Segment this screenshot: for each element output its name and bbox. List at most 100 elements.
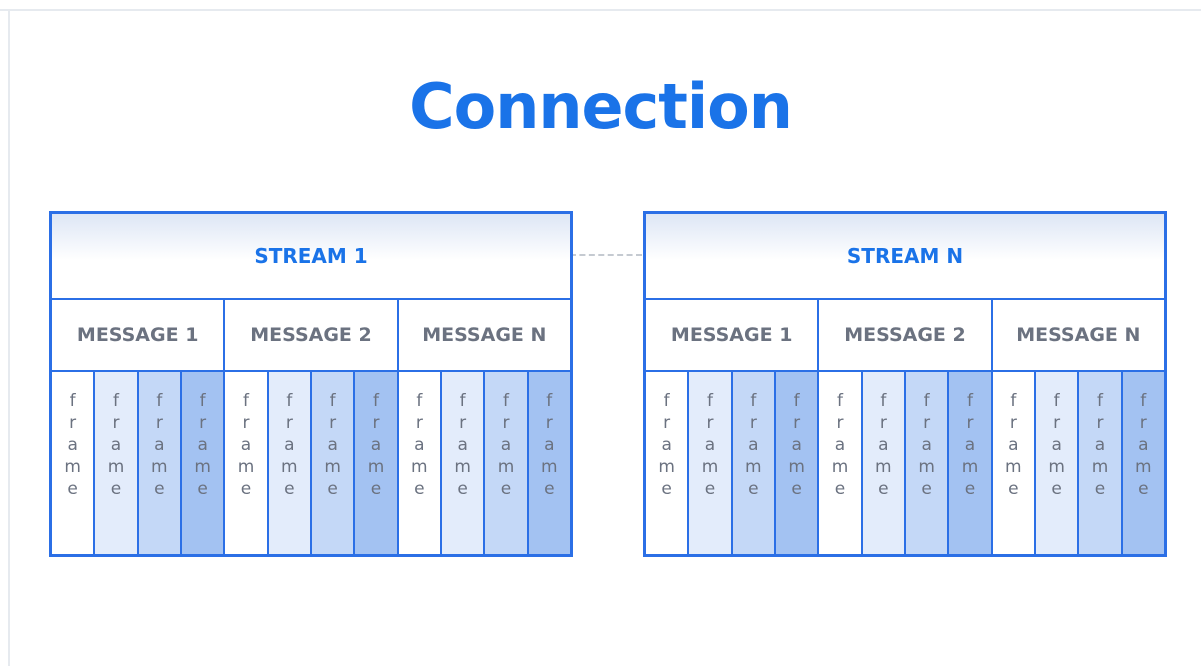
frame-letter: f (923, 391, 930, 411)
frame-letter: e (748, 479, 759, 499)
frame-letter: m (411, 457, 428, 477)
frame-letter: f (69, 391, 76, 411)
frame-letter: m (961, 457, 979, 477)
frame-letter: m (281, 457, 298, 477)
frame-letter: r (793, 413, 801, 433)
frame-letter: r (663, 413, 671, 433)
frame-cell: frame (689, 372, 733, 554)
frame-letter: e (791, 479, 802, 499)
stream-box: STREAM N MESSAGE 1 frameframeframeframe … (643, 211, 1167, 557)
frame-cell: frame (95, 372, 139, 554)
frame-letter: m (788, 457, 805, 477)
frame-cell: frame (819, 372, 863, 554)
frame-letter: f (286, 391, 293, 411)
frame-letter: r (1053, 413, 1061, 433)
frame-letter: a (110, 435, 122, 455)
frame-cell: frame (398, 372, 442, 554)
frame-row: frameframeframeframe (225, 372, 397, 554)
frame-letter: f (112, 391, 119, 411)
frame-letter: f (1010, 391, 1017, 411)
frame-letter: a (878, 435, 889, 455)
frame-letter: a (748, 435, 759, 455)
frame-letter: m (324, 457, 341, 477)
frame-letter: f (502, 391, 509, 411)
frame-letter: a (661, 435, 672, 455)
frame-letter: r (1139, 413, 1147, 433)
frame-letter: m (745, 457, 762, 477)
frame-letter: f (880, 391, 887, 411)
frame-letter: a (1138, 435, 1149, 455)
frame-letter: m (658, 457, 675, 477)
frame-letter: a (414, 435, 425, 455)
frame-cell: frame (181, 372, 224, 554)
frame-cell: frame (1035, 372, 1080, 554)
frame-letter: e (878, 479, 889, 499)
frame-letter: e (661, 479, 672, 499)
frame-letter: m (1005, 457, 1022, 477)
frame-letter: r (545, 413, 553, 433)
frame-letter: e (67, 479, 78, 499)
frame-cell: frame (775, 372, 818, 554)
frame-letter: a (197, 435, 208, 455)
frame-letter: r (706, 413, 714, 433)
frame-letter: e (414, 479, 425, 499)
frame-row: frameframeframeframe (52, 372, 224, 554)
message-label: MESSAGE 2 (819, 300, 991, 372)
frame-letter: r (415, 413, 423, 433)
frame-letter: e (240, 479, 252, 499)
frame-cell: frame (646, 372, 690, 554)
frame-row: frameframeframeframe (398, 372, 570, 554)
frame-letter: f (663, 391, 670, 411)
frame-letter: f (1140, 391, 1147, 411)
frame-letter: m (918, 457, 935, 477)
stream-connector-dashed-line (570, 254, 642, 256)
frame-letter: m (875, 457, 892, 477)
frame-letter: m (1135, 457, 1152, 477)
frame-letter: e (1051, 479, 1062, 499)
frame-cell: frame (485, 372, 529, 554)
frame-letter: a (964, 435, 976, 455)
frame-cell: frame (528, 372, 570, 554)
frame-letter: r (112, 413, 120, 433)
frame-letter: r (199, 413, 207, 433)
frame-letter: r (966, 413, 974, 433)
frame-letter: m (107, 457, 125, 477)
frame-letter: a (284, 435, 295, 455)
frame-letter: e (1008, 479, 1019, 499)
frame-letter: e (964, 479, 976, 499)
frame-letter: a (704, 435, 716, 455)
frame-cell: frame (1122, 372, 1164, 554)
frame-letter: r (749, 413, 757, 433)
frame-letter: a (457, 435, 468, 455)
message-label: MESSAGE 1 (646, 300, 818, 372)
frame-letter: a (240, 435, 252, 455)
frame-letter: f (242, 391, 249, 411)
frame-letter: a (154, 435, 165, 455)
frame-letter: r (1096, 413, 1104, 433)
message-label: MESSAGE N (398, 300, 570, 372)
frame-letter: f (706, 391, 713, 411)
frame-cell: frame (732, 372, 776, 554)
frame-letter: a (1008, 435, 1019, 455)
stream-label: STREAM 1 (52, 214, 570, 300)
frame-letter: a (67, 435, 78, 455)
frame-letter: f (459, 391, 466, 411)
frame-letter: r (69, 413, 77, 433)
frame-letter: e (457, 479, 468, 499)
frame-letter: e (110, 479, 122, 499)
frame-letter: f (199, 391, 206, 411)
message-block: MESSAGE N frameframeframeframe (398, 300, 570, 554)
frame-letter: r (372, 413, 380, 433)
frame-row: frameframeframeframe (992, 372, 1164, 554)
frame-letter: m (1091, 457, 1109, 477)
frame-letter: m (497, 457, 515, 477)
frame-letter: a (921, 435, 932, 455)
frame-letter: a (834, 435, 846, 455)
frame-letter: f (416, 391, 423, 411)
frame-letter: e (921, 479, 932, 499)
frame-letter: a (1094, 435, 1106, 455)
frame-cell: frame (1079, 372, 1123, 554)
frame-letter: r (329, 413, 337, 433)
frame-letter: f (1096, 391, 1103, 411)
frame-letter: m (1048, 457, 1065, 477)
